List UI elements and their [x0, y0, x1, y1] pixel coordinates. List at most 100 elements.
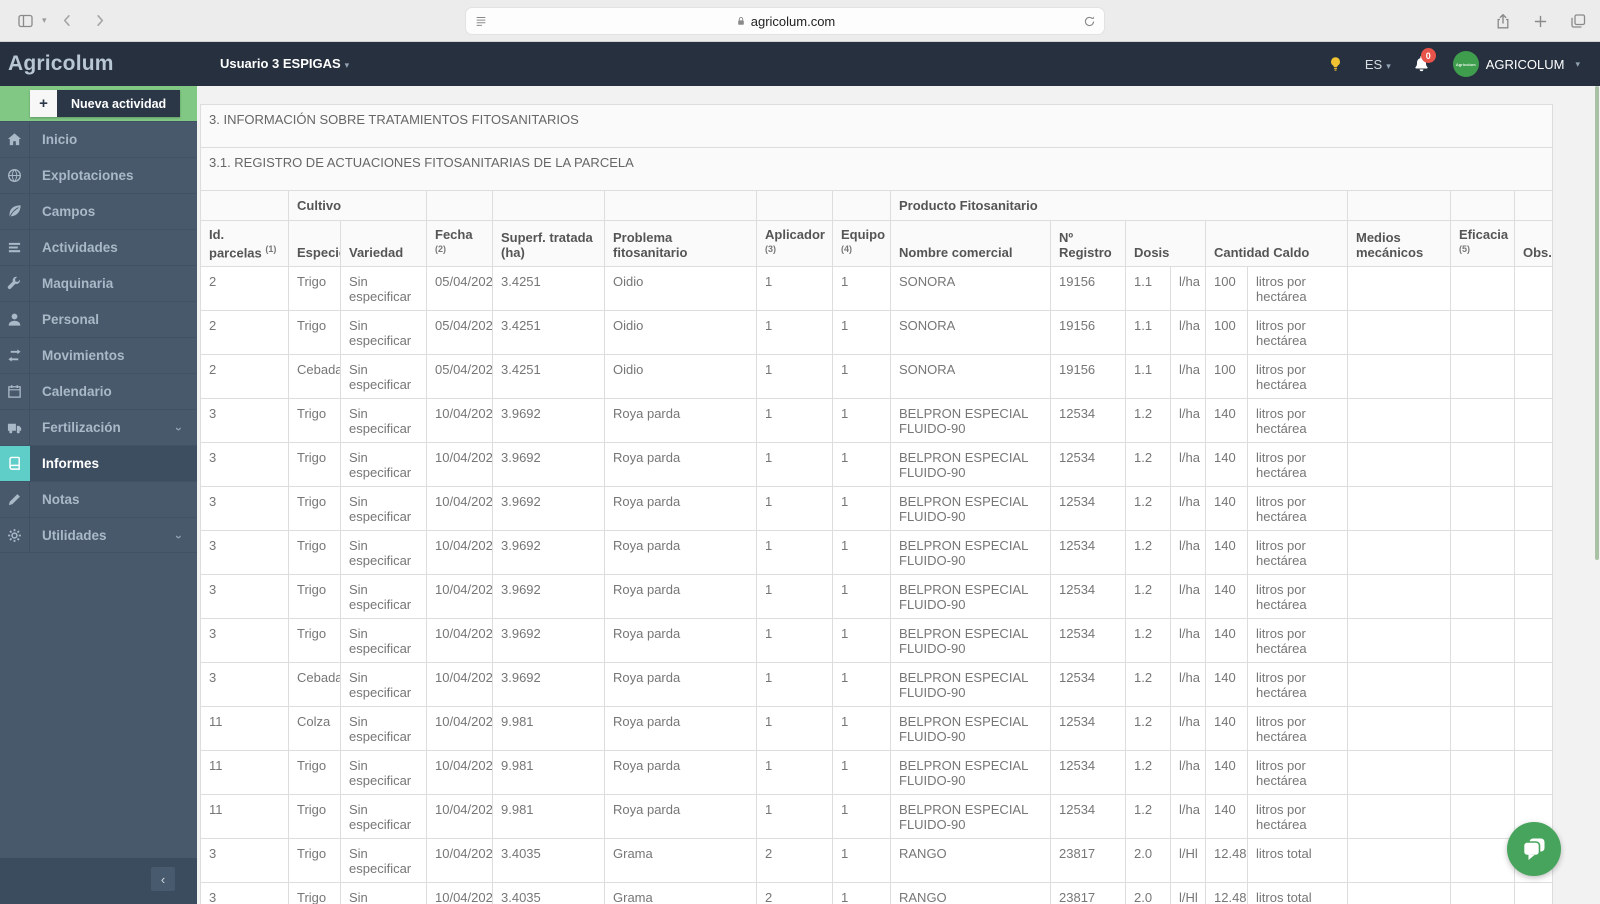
table-row: 3TrigoSin especificar10/04/20243.9692Roy… — [200, 486, 1554, 532]
table-cell: litros total — [1247, 882, 1348, 904]
table-cell: 1 — [756, 662, 833, 708]
sidebar-item-label: Personal — [42, 312, 100, 327]
table-cell: 10/04/2024 — [426, 662, 493, 708]
chat-widget-button[interactable] — [1507, 822, 1561, 876]
col-eficacia: Eficacia (5) — [1450, 219, 1515, 268]
table-row: 11TrigoSin especificar10/04/20249.981Roy… — [200, 750, 1554, 796]
table-cell: 2.0 — [1125, 882, 1171, 904]
back-icon[interactable] — [57, 10, 79, 32]
table-cell: Sin especificar — [340, 354, 427, 400]
table-cell — [1347, 574, 1451, 620]
share-icon[interactable] — [1495, 13, 1511, 30]
table-cell: Grama — [604, 838, 757, 884]
table-cell: 9.981 — [492, 750, 605, 796]
table-cell: 10/04/2024 — [426, 706, 493, 752]
table-cell: 05/04/2024 — [426, 354, 493, 400]
chevron-down-icon[interactable]: ▾ — [42, 15, 47, 26]
sidebar-item-maquinaria[interactable]: Maquinaria — [0, 265, 197, 301]
table-cell: 10/04/2024 — [426, 442, 493, 488]
table-cell: 3 — [200, 882, 289, 904]
sidebar-item-campos[interactable]: Campos — [0, 193, 197, 229]
table-cell: litros por hectárea — [1247, 794, 1348, 840]
sidebar-item-label: Maquinaria — [42, 276, 114, 291]
table-cell: Sin especificar — [340, 750, 427, 796]
leaf-icon — [0, 194, 30, 229]
table-cell — [1450, 750, 1515, 796]
table-cell: litros por hectárea — [1247, 398, 1348, 444]
sidebar-item-personal[interactable]: Personal — [0, 301, 197, 337]
new-activity-button[interactable]: + Nueva actividad — [30, 90, 181, 117]
reader-icon[interactable] — [474, 14, 488, 28]
calendar-icon — [0, 374, 30, 409]
table-cell: Sin especificar — [340, 310, 427, 356]
sidebar-item-explotaciones[interactable]: Explotaciones — [0, 157, 197, 193]
tabs-overview-icon[interactable] — [1570, 13, 1586, 29]
table-cell: BELPRON ESPECIAL FLUIDO-90 — [890, 530, 1051, 576]
table-cell — [1513, 706, 1554, 752]
new-tab-icon[interactable] — [1533, 14, 1548, 29]
table-cell: 2 — [200, 310, 289, 356]
table-cell: 3.4251 — [492, 354, 605, 400]
table-cell — [1513, 662, 1554, 708]
sidebar-collapse-button[interactable]: ‹ — [151, 867, 175, 891]
sidebar-item-informes[interactable]: Informes — [0, 445, 197, 481]
sidebar-item-fertilizacion[interactable]: Fertilización › — [0, 409, 197, 445]
sidebar: + Nueva actividad Inicio Explotaciones Cam… — [0, 86, 197, 904]
table-cell — [1450, 618, 1515, 664]
table-cell: litros por hectárea — [1247, 574, 1348, 620]
table-cell: litros por hectárea — [1247, 618, 1348, 664]
lightbulb-icon[interactable] — [1328, 56, 1343, 73]
table-cell: BELPRON ESPECIAL FLUIDO-90 — [890, 398, 1051, 444]
table-cell: 140 — [1205, 442, 1248, 488]
sidebar-item-label: Actividades — [42, 240, 118, 255]
sidebar-item-calendario[interactable]: Calendario — [0, 373, 197, 409]
table-cell: litros por hectárea — [1247, 266, 1348, 312]
table-cell: 1 — [832, 266, 891, 312]
table-cell — [1347, 530, 1451, 576]
table-cell: 3.9692 — [492, 618, 605, 664]
truck-icon — [0, 410, 30, 445]
sidebar-item-movimientos[interactable]: Movimientos — [0, 337, 197, 373]
sidebar-item-inicio[interactable]: Inicio — [0, 121, 197, 157]
language-dropdown[interactable]: ES ▾ — [1365, 57, 1391, 72]
sidebar-toggle-icon[interactable] — [14, 10, 36, 32]
address-bar[interactable]: agricolum.com — [465, 7, 1105, 35]
table-cell: 100 — [1205, 354, 1248, 400]
table-cell: 3 — [200, 442, 289, 488]
table-cell: 1 — [832, 530, 891, 576]
reload-icon[interactable] — [1083, 15, 1096, 28]
table-cell: 9.981 — [492, 706, 605, 752]
chevron-down-icon: ▾ — [1575, 58, 1580, 69]
scrollbar-thumb[interactable] — [1595, 86, 1599, 560]
table-cell — [1513, 398, 1554, 444]
col-equipo: Equipo (4) — [832, 219, 891, 268]
user-selector-dropdown[interactable]: Usuario 3 ESPIGAS ▾ — [220, 56, 349, 71]
table-cell: l/Hl — [1170, 882, 1206, 904]
brand-logo[interactable]: Agricolum — [8, 52, 114, 76]
col-nombre-comercial: Nombre comercial — [890, 219, 1051, 268]
table-cell: 1.2 — [1125, 442, 1171, 488]
table-cell: Trigo — [288, 750, 341, 796]
table-cell: BELPRON ESPECIAL FLUIDO-90 — [890, 618, 1051, 664]
table-cell: RANGO — [890, 838, 1051, 884]
table-cell — [1513, 530, 1554, 576]
table-cell: 11 — [200, 750, 289, 796]
table-cell: 19156 — [1050, 354, 1126, 400]
table-cell: Roya parda — [604, 530, 757, 576]
list-icon — [0, 230, 30, 265]
table-cell: 1 — [756, 530, 833, 576]
sidebar-item-actividades[interactable]: Actividades — [0, 229, 197, 265]
table-cell: Trigo — [288, 882, 341, 904]
table-cell: SONORA — [890, 354, 1051, 400]
notifications-button[interactable]: 0 — [1413, 48, 1436, 73]
table-cell: BELPRON ESPECIAL FLUIDO-90 — [890, 794, 1051, 840]
table-cell: 23817 — [1050, 838, 1126, 884]
table-cell — [1450, 574, 1515, 620]
account-dropdown[interactable]: Agricolum AGRICOLUM ▾ — [1452, 51, 1580, 77]
table-cell: Sin especificar — [340, 794, 427, 840]
table-cell: 140 — [1205, 574, 1248, 620]
forward-icon[interactable] — [89, 10, 111, 32]
sidebar-item-utilidades[interactable]: Utilidades › — [0, 517, 197, 553]
sidebar-item-notas[interactable]: Notas — [0, 481, 197, 517]
table-cell: l/ha — [1170, 398, 1206, 444]
